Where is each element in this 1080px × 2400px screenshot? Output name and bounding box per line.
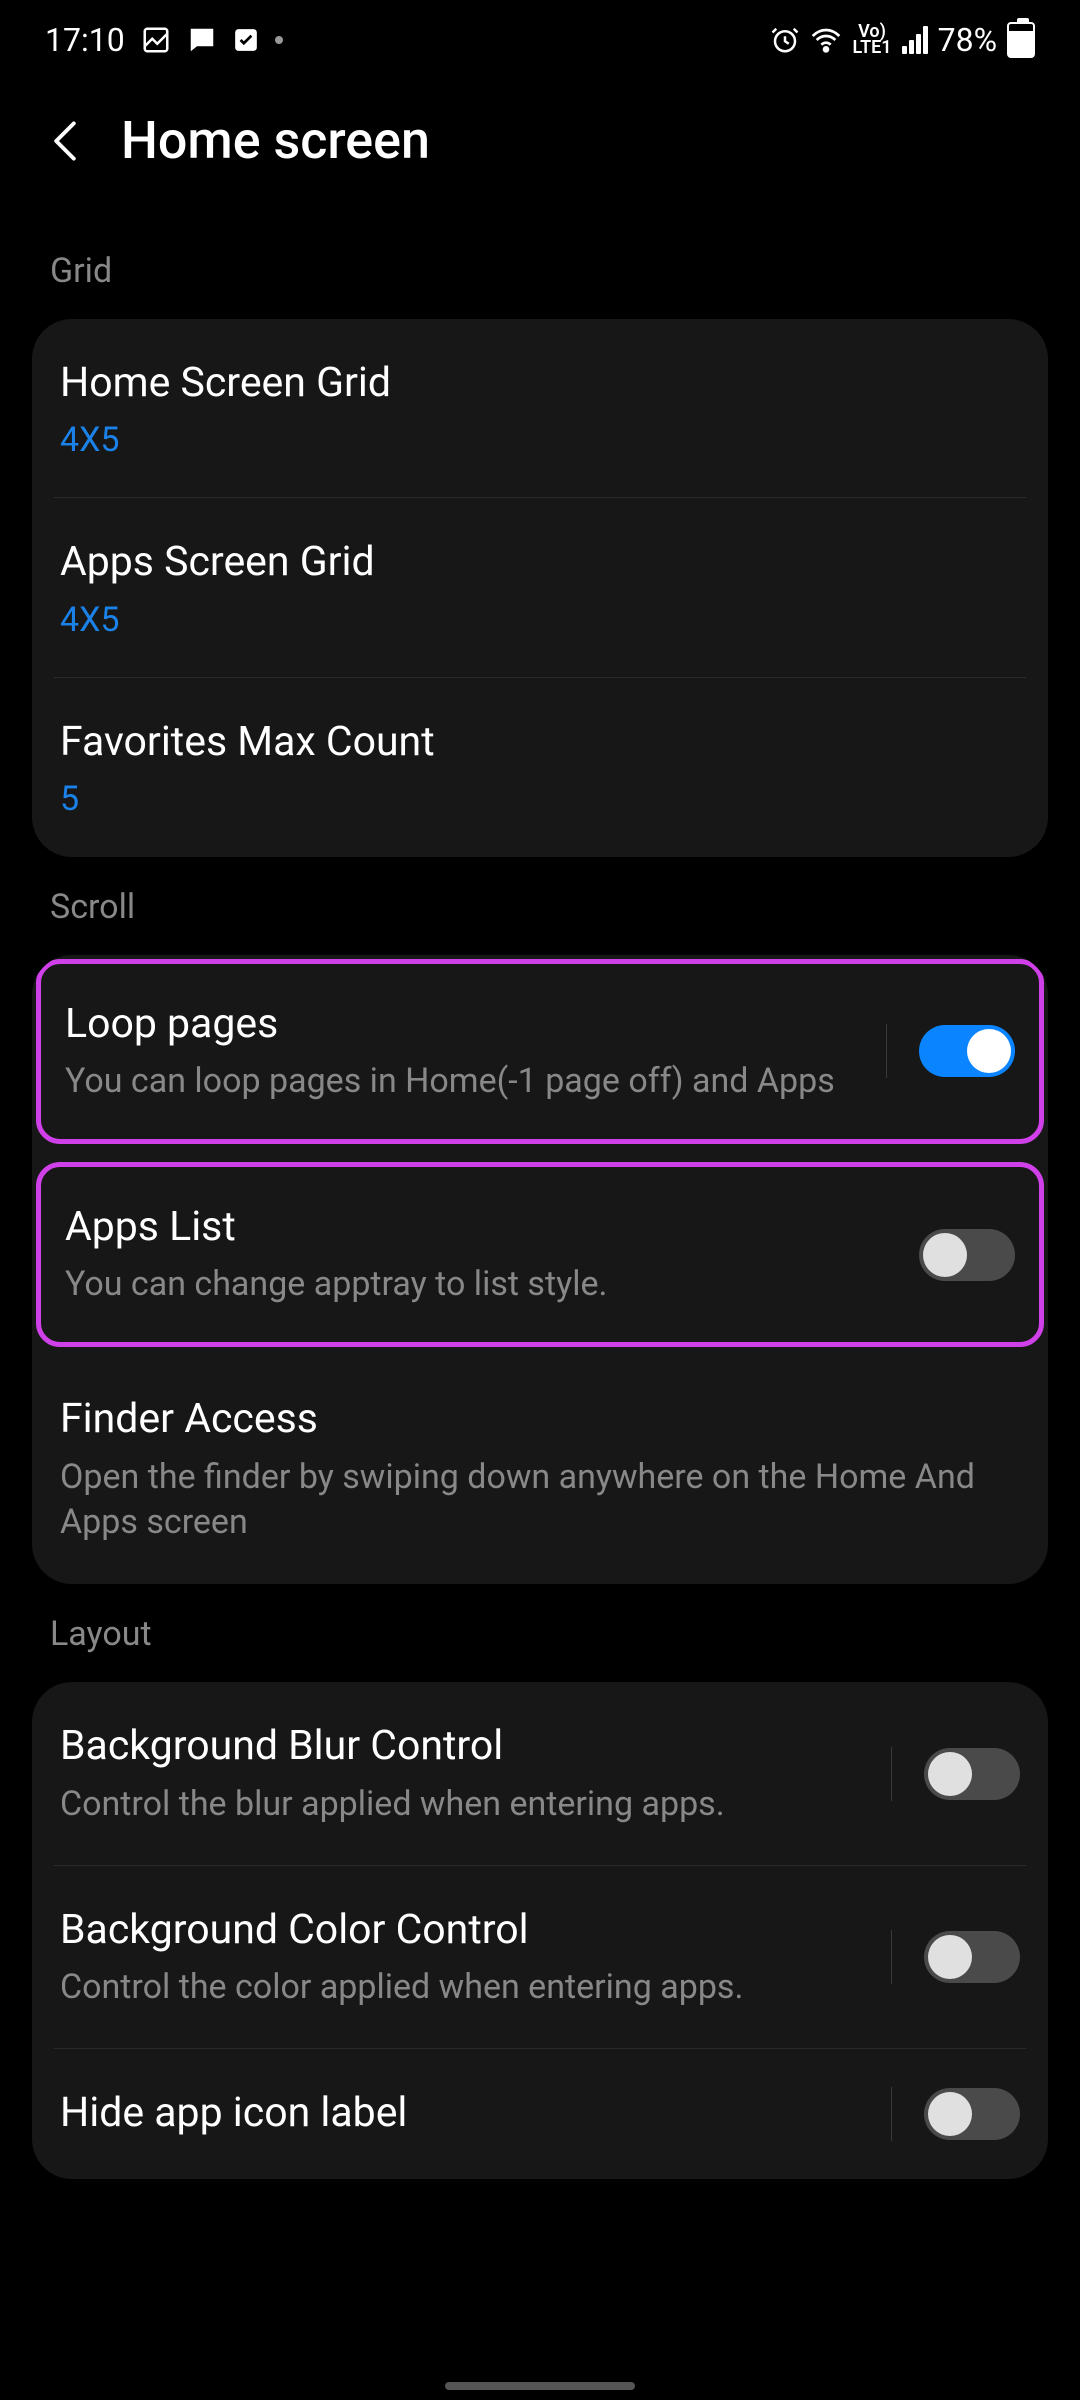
apps-list-highlight: Apps List You can change apptray to list… [36, 1162, 1044, 1347]
checkbox-icon [233, 27, 259, 53]
apps-screen-grid-item[interactable]: Apps Screen Grid 4X5 [32, 498, 1048, 677]
status-time: 17:10 [45, 21, 125, 59]
apps-list-toggle[interactable] [919, 1229, 1015, 1281]
hide-app-icon-label-toggle[interactable] [924, 2088, 1020, 2140]
background-color-item[interactable]: Background Color Control Control the col… [32, 1866, 1048, 2049]
notification-dot-icon [275, 36, 283, 44]
image-icon [141, 25, 171, 55]
page-header: Home screen [0, 80, 1080, 221]
background-blur-toggle[interactable] [924, 1748, 1020, 1800]
item-title: Finder Access [60, 1393, 1020, 1446]
item-description: You can change apptray to list style. [65, 1262, 899, 1308]
item-title: Home Screen Grid [60, 357, 1020, 410]
message-icon [187, 25, 217, 55]
battery-percent: 78% [938, 21, 997, 59]
lte-icon: Vo)LTE1 [852, 24, 891, 56]
finder-access-item[interactable]: Finder Access Open the finder by swiping… [32, 1355, 1048, 1584]
scroll-section-card: Loop pages You can loop pages in Home(-1… [32, 955, 1048, 1584]
item-value: 5 [60, 779, 1020, 819]
toggle-divider [886, 1024, 887, 1078]
gesture-handle[interactable] [445, 2382, 635, 2390]
item-title: Loop pages [65, 998, 866, 1051]
item-title: Hide app icon label [60, 2087, 871, 2140]
item-description: You can loop pages in Home(-1 page off) … [65, 1059, 866, 1105]
status-right: Vo)LTE1 78% [770, 21, 1035, 59]
page-title: Home screen [121, 110, 430, 171]
item-description: Control the blur applied when entering a… [60, 1782, 871, 1828]
alarm-icon [770, 25, 800, 55]
status-bar: 17:10 Vo)LTE1 78% [0, 0, 1080, 80]
item-title: Apps Screen Grid [60, 536, 1020, 589]
loop-pages-item[interactable]: Loop pages You can loop pages in Home(-1… [41, 964, 1039, 1139]
layout-section-card: Background Blur Control Control the blur… [32, 1682, 1048, 2178]
battery-icon [1007, 22, 1035, 58]
item-value: 4X5 [60, 600, 1020, 640]
toggle-divider [891, 2087, 892, 2141]
loop-pages-toggle[interactable] [919, 1025, 1015, 1077]
home-screen-grid-item[interactable]: Home Screen Grid 4X5 [32, 319, 1048, 498]
toggle-divider [891, 1930, 892, 1984]
loop-pages-highlight: Loop pages You can loop pages in Home(-1… [36, 959, 1044, 1144]
hide-app-icon-label-item[interactable]: Hide app icon label [32, 2049, 1048, 2179]
item-title: Background Blur Control [60, 1720, 871, 1773]
status-left: 17:10 [45, 21, 283, 59]
section-label-grid: Grid [32, 221, 1048, 319]
grid-section-card: Home Screen Grid 4X5 Apps Screen Grid 4X… [32, 319, 1048, 857]
item-title: Background Color Control [60, 1904, 871, 1957]
item-description: Control the color applied when entering … [60, 1965, 871, 2011]
signal-icon [902, 26, 928, 54]
favorites-max-count-item[interactable]: Favorites Max Count 5 [32, 678, 1048, 857]
item-description: Open the finder by swiping down anywhere… [60, 1455, 1020, 1547]
background-color-toggle[interactable] [924, 1931, 1020, 1983]
back-button[interactable] [45, 121, 85, 161]
apps-list-item[interactable]: Apps List You can change apptray to list… [41, 1167, 1039, 1342]
item-title: Favorites Max Count [60, 716, 1020, 769]
wifi-icon [810, 24, 842, 56]
section-label-layout: Layout [32, 1584, 1048, 1682]
background-blur-item[interactable]: Background Blur Control Control the blur… [32, 1682, 1048, 1865]
item-value: 4X5 [60, 420, 1020, 460]
item-title: Apps List [65, 1201, 899, 1254]
toggle-divider [891, 1747, 892, 1801]
section-label-scroll: Scroll [32, 857, 1048, 955]
